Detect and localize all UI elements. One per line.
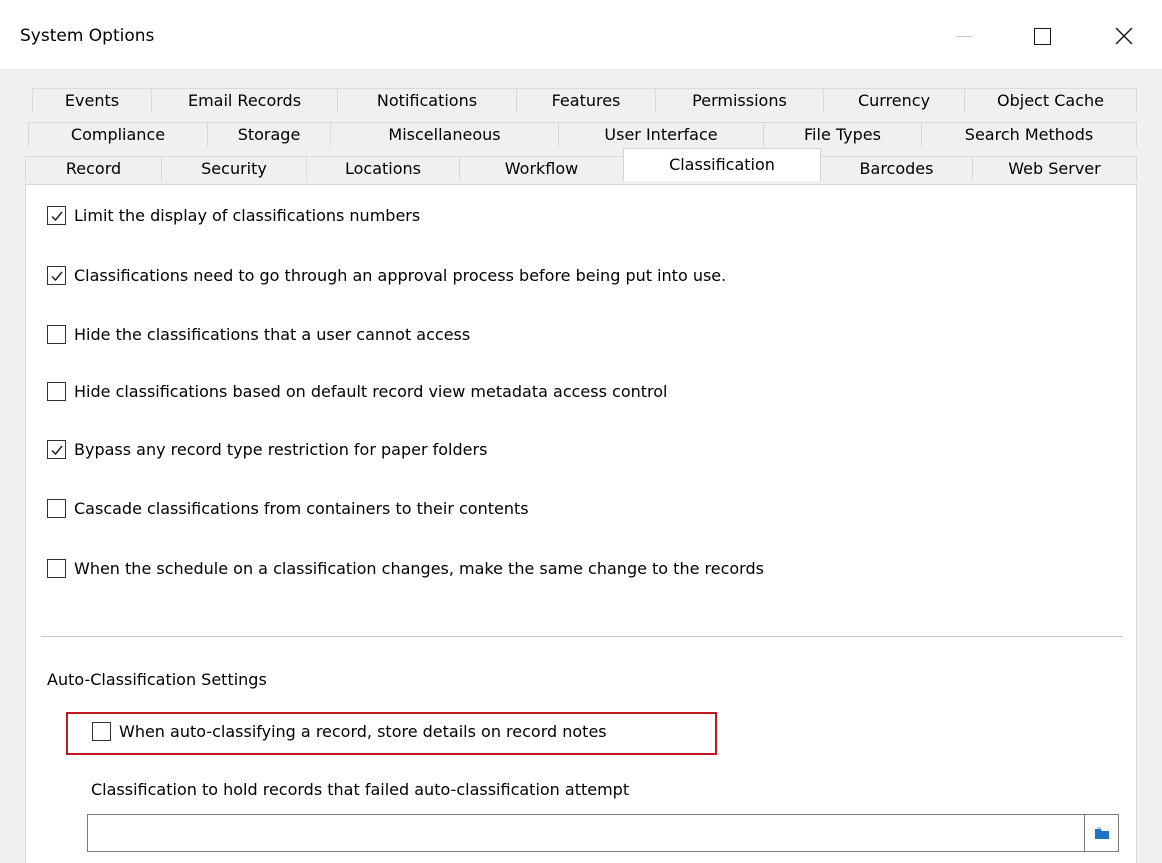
option-limit-display[interactable]: Limit the display of classifications num… bbox=[47, 206, 420, 225]
tab-currency[interactable]: Currency bbox=[823, 88, 965, 113]
window-title: System Options bbox=[20, 26, 155, 46]
tab-events[interactable]: Events bbox=[32, 88, 152, 113]
maximize-icon bbox=[1033, 27, 1051, 45]
close-button[interactable] bbox=[1104, 18, 1144, 54]
section-divider bbox=[41, 636, 1123, 637]
minimize-button[interactable] bbox=[944, 18, 984, 54]
option-hide-metadata-access[interactable]: Hide classifications based on default re… bbox=[47, 382, 667, 401]
tab-record[interactable]: Record bbox=[25, 156, 162, 181]
tab-user-interface[interactable]: User Interface bbox=[558, 122, 764, 147]
checkbox[interactable] bbox=[47, 440, 66, 459]
checkbox[interactable] bbox=[47, 499, 66, 518]
option-label: Bypass any record type restriction for p… bbox=[74, 440, 488, 459]
browse-classification-button[interactable] bbox=[1085, 814, 1119, 852]
auto-classification-section-title: Auto-Classification Settings bbox=[47, 670, 267, 689]
tab-compliance[interactable]: Compliance bbox=[28, 122, 208, 147]
checkbox[interactable] bbox=[47, 266, 66, 285]
failed-classification-input[interactable] bbox=[87, 814, 1085, 852]
tab-permissions[interactable]: Permissions bbox=[655, 88, 824, 113]
option-schedule-change[interactable]: When the schedule on a classification ch… bbox=[47, 559, 764, 578]
option-label: Limit the display of classifications num… bbox=[74, 206, 421, 225]
option-label: When the schedule on a classification ch… bbox=[74, 559, 764, 578]
option-label: Hide classifications based on default re… bbox=[74, 382, 668, 401]
option-cascade-classifications[interactable]: Cascade classifications from containers … bbox=[47, 499, 529, 518]
option-label: Cascade classifications from containers … bbox=[74, 499, 529, 518]
classification-tab-panel bbox=[25, 184, 1137, 863]
tab-object-cache[interactable]: Object Cache bbox=[964, 88, 1137, 113]
tab-security[interactable]: Security bbox=[161, 156, 307, 181]
checkbox[interactable] bbox=[92, 722, 111, 741]
tab-web-server[interactable]: Web Server bbox=[972, 156, 1137, 181]
tab-storage[interactable]: Storage bbox=[207, 122, 331, 147]
close-icon bbox=[1115, 27, 1133, 45]
tab-notifications[interactable]: Notifications bbox=[337, 88, 517, 113]
tab-miscellaneous[interactable]: Miscellaneous bbox=[330, 122, 559, 147]
option-approval-process[interactable]: Classifications need to go through an ap… bbox=[47, 266, 726, 285]
option-bypass-restriction[interactable]: Bypass any record type restriction for p… bbox=[47, 440, 487, 459]
checkbox[interactable] bbox=[47, 382, 66, 401]
title-bar: System Options bbox=[0, 0, 1162, 70]
checkmark-icon bbox=[50, 445, 63, 455]
checkbox[interactable] bbox=[47, 325, 66, 344]
option-label: Classifications need to go through an ap… bbox=[74, 266, 727, 285]
option-hide-inaccessible[interactable]: Hide the classifications that a user can… bbox=[47, 325, 470, 344]
tab-file-types[interactable]: File Types bbox=[763, 122, 922, 147]
checkbox[interactable] bbox=[47, 559, 66, 578]
option-store-details-notes[interactable]: When auto-classifying a record, store de… bbox=[92, 722, 607, 741]
tab-email-records[interactable]: Email Records bbox=[151, 88, 338, 113]
tab-locations[interactable]: Locations bbox=[306, 156, 460, 181]
tab-workflow[interactable]: Workflow bbox=[459, 156, 624, 181]
checkmark-icon bbox=[50, 211, 63, 221]
tab-barcodes[interactable]: Barcodes bbox=[820, 156, 973, 181]
maximize-button[interactable] bbox=[1022, 18, 1062, 54]
tab-classification[interactable]: Classification bbox=[623, 148, 821, 181]
tab-search-methods[interactable]: Search Methods bbox=[921, 122, 1137, 147]
folder-icon bbox=[1094, 827, 1109, 839]
minimize-icon bbox=[955, 35, 973, 37]
checkmark-icon bbox=[50, 271, 63, 281]
tab-features[interactable]: Features bbox=[516, 88, 656, 113]
option-label: Hide the classifications that a user can… bbox=[74, 325, 471, 344]
option-label: When auto-classifying a record, store de… bbox=[119, 722, 607, 741]
checkbox[interactable] bbox=[47, 206, 66, 225]
failed-classification-label: Classification to hold records that fail… bbox=[91, 780, 630, 799]
